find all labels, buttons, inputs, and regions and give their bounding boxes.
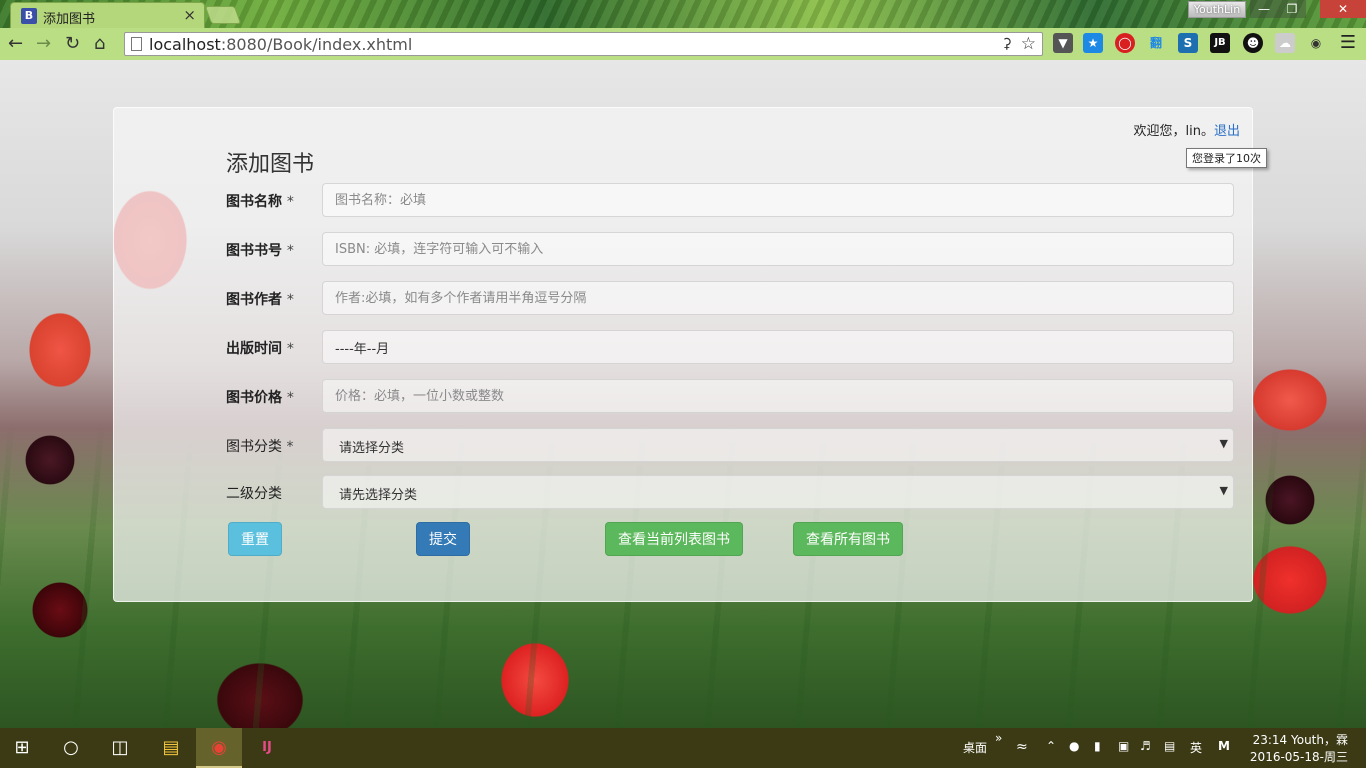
category-label: 图书分类 * [226,439,294,455]
wifi-icon[interactable]: ≈ [1016,739,1028,755]
category-select[interactable]: 请选择分类 ▼ [322,428,1234,462]
menu-icon[interactable]: ☰ [1338,33,1358,53]
form-title: 添加图书 [226,152,315,177]
view-all-books-button[interactable]: 查看所有图书 [793,522,903,556]
ime-indicator[interactable]: 英 [1190,739,1202,756]
chrome-icon: ◉ [211,737,227,758]
price-label: 图书价格 * [226,390,294,406]
tab-title: 添加图书 [43,12,96,27]
caret-down-icon: ▼ [1219,437,1228,450]
publish-date-row: 出版时间 * [226,330,1234,364]
file-explorer-app[interactable]: ▤ [148,728,194,768]
url-text: localhost:8080/Book/index.xhtml [149,35,413,54]
s-ext-icon[interactable]: S [1178,33,1198,53]
ime-mode-indicator[interactable]: M [1218,739,1230,753]
caret-down-icon: ▼ [1219,484,1228,497]
windows-start-icon[interactable]: ⊞ [10,736,34,760]
page-background: 欢迎您，lin。退出 您登录了10次 添加图书 图书名称 * 图书书号 * 图书… [0,60,1366,728]
category-row: 图书分类 * 请选择分类 ▼ [226,428,1234,462]
clock-date[interactable]: 2016-05-18-周三 [1250,748,1348,765]
search-icon[interactable]: ○ [59,736,83,760]
cloud-ext-icon[interactable]: ☁ [1275,33,1295,53]
forward-icon[interactable]: → [36,33,51,54]
favicon-icon: B [21,8,37,24]
bookmark-ext-icon[interactable]: ★ [1083,33,1103,53]
page-icon [131,37,142,51]
publish-date-label: 出版时间 * [226,341,294,357]
reload-icon[interactable]: ↻ [65,33,80,54]
adblock-icon[interactable]: ◯ [1115,33,1135,53]
network-icon[interactable]: ▣ [1118,739,1129,753]
author-row: 图书作者 * [226,281,1234,315]
key-icon[interactable]: ⚳ [1002,36,1012,52]
home-icon[interactable]: ⌂ [94,33,105,54]
view-current-books-button[interactable]: 查看当前列表图书 [605,522,743,556]
book-name-input[interactable] [322,183,1234,217]
action-center-icon[interactable]: ▤ [1164,739,1175,753]
taskbar: ⊞ ○ ◫ ▤ ◉ IJ 桌面 » ≈ ⌃ ● ▮ ▣ ♬ ▤ 英 M 23:1… [0,728,1366,768]
browser-toolbar: ← → ↻ ⌂ localhost:8080/Book/index.xhtml … [0,28,1366,60]
minimize-button[interactable]: — [1250,0,1278,18]
puzzle-ext-icon[interactable]: ◉ [1306,33,1326,53]
close-window-button[interactable]: ✕ [1320,0,1366,18]
author-input[interactable] [322,281,1234,315]
price-input[interactable] [322,379,1234,413]
subcategory-row: 二级分类 请先选择分类 ▼ [226,475,1234,509]
volume-icon[interactable]: ♬ [1140,739,1151,753]
folder-icon: ▤ [162,737,180,758]
profile-chip[interactable]: YouthLin [1188,1,1246,18]
chevron-double-icon[interactable]: » [995,731,1002,745]
logout-link[interactable]: 退出 [1214,124,1240,139]
translate-icon[interactable]: 翻 [1146,33,1166,53]
welcome-bar: 欢迎您，lin。退出 您登录了10次 [1133,120,1267,168]
avatar-ext-icon[interactable]: ☻ [1243,33,1263,53]
subcategory-selected: 请先选择分类 [339,488,418,503]
battery-icon[interactable]: ▮ [1094,739,1101,753]
login-count-tooltip: 您登录了10次 [1186,148,1267,168]
qq-icon[interactable]: ● [1069,739,1079,753]
intellij-icon: IJ [262,740,272,755]
price-row: 图书价格 * [226,379,1234,413]
pocket-icon[interactable]: ▼ [1053,33,1073,53]
back-icon[interactable]: ← [8,33,23,54]
clock-time[interactable]: 23:14 Youth，霖 [1253,731,1348,748]
new-tab-button[interactable] [204,6,242,24]
welcome-text: 欢迎您，lin。 [1133,124,1214,139]
bookmark-star-icon[interactable]: ☆ [1021,34,1036,54]
chevron-up-icon[interactable]: ⌃ [1046,739,1056,753]
jb-ext-icon[interactable]: JB [1210,33,1230,53]
submit-button[interactable]: 提交 [416,522,470,556]
reset-button[interactable]: 重置 [228,522,282,556]
address-bar[interactable]: localhost:8080/Book/index.xhtml ⚳ ☆ [124,32,1043,56]
add-book-panel: 欢迎您，lin。退出 您登录了10次 添加图书 图书名称 * 图书书号 * 图书… [113,107,1267,602]
book-name-label: 图书名称 * [226,194,294,210]
publish-date-input[interactable] [322,330,1234,364]
desktop-toolbar-label[interactable]: 桌面 [963,739,987,756]
isbn-label: 图书书号 * [226,243,294,259]
intellij-app[interactable]: IJ [244,728,290,768]
close-tab-icon[interactable]: × [183,6,196,24]
chrome-app[interactable]: ◉ [196,728,242,768]
category-selected: 请选择分类 [339,441,405,456]
author-label: 图书作者 * [226,292,294,308]
isbn-row: 图书书号 * [226,232,1234,266]
task-view-icon[interactable]: ◫ [108,736,132,760]
browser-titlebar: B 添加图书 × YouthLin — ❐ ✕ [0,0,1366,28]
subcategory-select[interactable]: 请先选择分类 ▼ [322,475,1234,509]
browser-tab[interactable]: B 添加图书 × [10,2,205,28]
restore-button[interactable]: ❐ [1278,0,1306,18]
isbn-input[interactable] [322,232,1234,266]
subcategory-label: 二级分类 [226,486,282,502]
book-name-row: 图书名称 * [226,183,1234,217]
